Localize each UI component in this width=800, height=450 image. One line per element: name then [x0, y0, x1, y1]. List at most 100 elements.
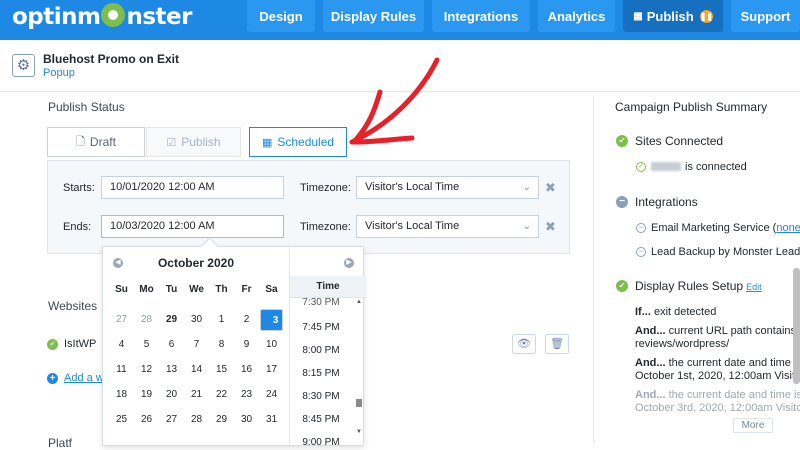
- calendar-day[interactable]: 29: [160, 309, 183, 331]
- calendar-day[interactable]: 1: [210, 309, 233, 331]
- calendar-day[interactable]: 18: [110, 384, 133, 406]
- ends-label: Ends:: [63, 221, 92, 233]
- calendar-day[interactable]: 25: [110, 409, 133, 431]
- calendar-day[interactable]: 4: [110, 334, 133, 356]
- calendar-day[interactable]: 28: [185, 409, 208, 431]
- sites-connected-heading: Sites Connected: [635, 134, 724, 148]
- calendar-day[interactable]: 7: [185, 334, 208, 356]
- calendar-icon: ▦: [633, 10, 643, 22]
- email-none-link[interactable]: none: [776, 222, 800, 234]
- eye-icon[interactable]: 👁: [512, 334, 536, 354]
- nav-support[interactable]: Support: [731, 0, 800, 32]
- start-timezone-label: Timezone:: [300, 182, 351, 194]
- rule-and-3-cont: October 3rd, 2020, 12:00am Visitor's: [635, 402, 800, 414]
- calendar-day[interactable]: 21: [185, 384, 208, 406]
- clear-end-icon[interactable]: ✖: [545, 219, 556, 235]
- calendar-day[interactable]: 6: [160, 334, 183, 356]
- calendar-day[interactable]: 15: [210, 359, 233, 381]
- start-timezone-select[interactable]: Visitor's Local Time ⌄: [356, 176, 539, 199]
- schedule-panel: [47, 160, 570, 254]
- email-service-text: Email Marketing Service (none): [651, 222, 800, 234]
- time-option[interactable]: 8:15 PM: [290, 368, 352, 379]
- clear-start-icon[interactable]: ✖: [545, 180, 556, 196]
- calendar-day[interactable]: 2: [235, 309, 258, 331]
- scheduled-button[interactable]: ▦ Scheduled: [249, 127, 347, 157]
- time-option[interactable]: 8:00 PM: [290, 345, 352, 356]
- nav-design[interactable]: Design: [247, 0, 315, 32]
- optinmonster-logo[interactable]: optinm nster: [12, 3, 192, 30]
- add-website-link[interactable]: Add a w: [64, 372, 104, 384]
- website-name: IsItWP: [64, 338, 97, 350]
- time-option[interactable]: 8:30 PM: [290, 391, 352, 402]
- campaign-title[interactable]: Bluehost Promo on Exit: [43, 52, 179, 66]
- ends-date-input[interactable]: 10/03/2020 12:00 AM: [101, 215, 284, 238]
- calendar-day[interactable]: 23: [235, 384, 258, 406]
- scroll-up-icon[interactable]: ▲: [354, 299, 364, 305]
- calendar-day[interactable]: 22: [210, 384, 233, 406]
- nav-analytics[interactable]: Analytics: [538, 0, 615, 32]
- calendar-day-selected[interactable]: 3: [260, 309, 283, 331]
- calendar-day[interactable]: 27: [160, 409, 183, 431]
- calendar-day[interactable]: 14: [185, 359, 208, 381]
- calendar-day[interactable]: 9: [235, 334, 258, 356]
- gear-icon[interactable]: ⚙: [12, 54, 35, 77]
- minus-circle-icon: −: [636, 223, 646, 233]
- time-header: Time: [290, 276, 366, 298]
- chevron-down-icon: ⌄: [522, 182, 531, 193]
- time-scrollbar[interactable]: ▲ ▼: [354, 299, 364, 437]
- calendar-day[interactable]: 31: [260, 409, 283, 431]
- calendar-day[interactable]: 5: [135, 334, 158, 356]
- trash-icon[interactable]: 🗑: [545, 334, 569, 354]
- weekday-header: Sa: [265, 284, 278, 295]
- time-option[interactable]: 8:45 PM: [290, 414, 352, 425]
- nav-display-rules[interactable]: Display Rules: [323, 0, 424, 32]
- weekday-header: Su: [115, 284, 128, 295]
- calendar-day[interactable]: 27: [110, 309, 133, 331]
- scroll-down-icon[interactable]: ▼: [354, 429, 364, 435]
- calendar-day[interactable]: 13: [160, 359, 183, 381]
- calendar-day[interactable]: 16: [235, 359, 258, 381]
- weekday-header: Mo: [139, 284, 154, 295]
- calendar-month-title: October 2020: [157, 256, 235, 270]
- check-circle-icon: ✔: [616, 280, 628, 292]
- starts-date-input[interactable]: 10/01/2020 12:00 AM: [101, 176, 284, 199]
- edit-rules-link[interactable]: Edit: [746, 282, 762, 292]
- calendar-day[interactable]: 8: [210, 334, 233, 356]
- check-square-icon: ☑: [166, 136, 177, 149]
- site-connected-text: is connected: [651, 161, 747, 173]
- calendar-day[interactable]: 10: [260, 334, 283, 356]
- starts-label: Starts:: [63, 182, 95, 194]
- publish-button[interactable]: ☑ Publish: [146, 127, 241, 157]
- calendar-day[interactable]: 29: [210, 409, 233, 431]
- annotation-arrow: [349, 57, 440, 145]
- draft-button[interactable]: 🗋 Draft: [47, 127, 145, 157]
- page-scrollbar[interactable]: [793, 268, 800, 384]
- calendar-day[interactable]: 28: [135, 309, 158, 331]
- calendar-day[interactable]: 12: [135, 359, 158, 381]
- rule-and-1-cont: reviews/wordpress/: [635, 338, 730, 350]
- pause-status-icon: ❚❚: [699, 9, 714, 23]
- calendar-day[interactable]: 24: [260, 384, 283, 406]
- end-timezone-select[interactable]: Visitor's Local Time ⌄: [356, 215, 539, 238]
- publish-status-title: Publish Status: [48, 100, 125, 114]
- minus-circle-icon: −: [616, 196, 628, 208]
- nav-integrations[interactable]: Integrations: [432, 0, 530, 32]
- calendar-day[interactable]: 30: [235, 409, 258, 431]
- time-option[interactable]: 7:45 PM: [290, 322, 352, 333]
- time-option[interactable]: 9:00 PM: [290, 437, 352, 448]
- nav-publish[interactable]: ▦ Publish ❚❚: [623, 0, 723, 32]
- weekday-header: We: [189, 284, 204, 295]
- calendar-day[interactable]: 30: [185, 309, 208, 331]
- redacted-site: [651, 162, 681, 171]
- calendar-day[interactable]: 11: [110, 359, 133, 381]
- websites-title: Websites: [48, 299, 98, 313]
- calendar-day[interactable]: 26: [135, 409, 158, 431]
- calendar-day[interactable]: 20: [160, 384, 183, 406]
- calendar-icon: ▦: [261, 136, 273, 149]
- rule-if: If... exit detected: [635, 306, 717, 318]
- scroll-thumb[interactable]: [356, 399, 362, 407]
- more-button[interactable]: More: [733, 418, 773, 433]
- calendar-day[interactable]: 19: [135, 384, 158, 406]
- calendar-day[interactable]: 17: [260, 359, 283, 381]
- time-option[interactable]: 7:30 PM: [290, 297, 352, 308]
